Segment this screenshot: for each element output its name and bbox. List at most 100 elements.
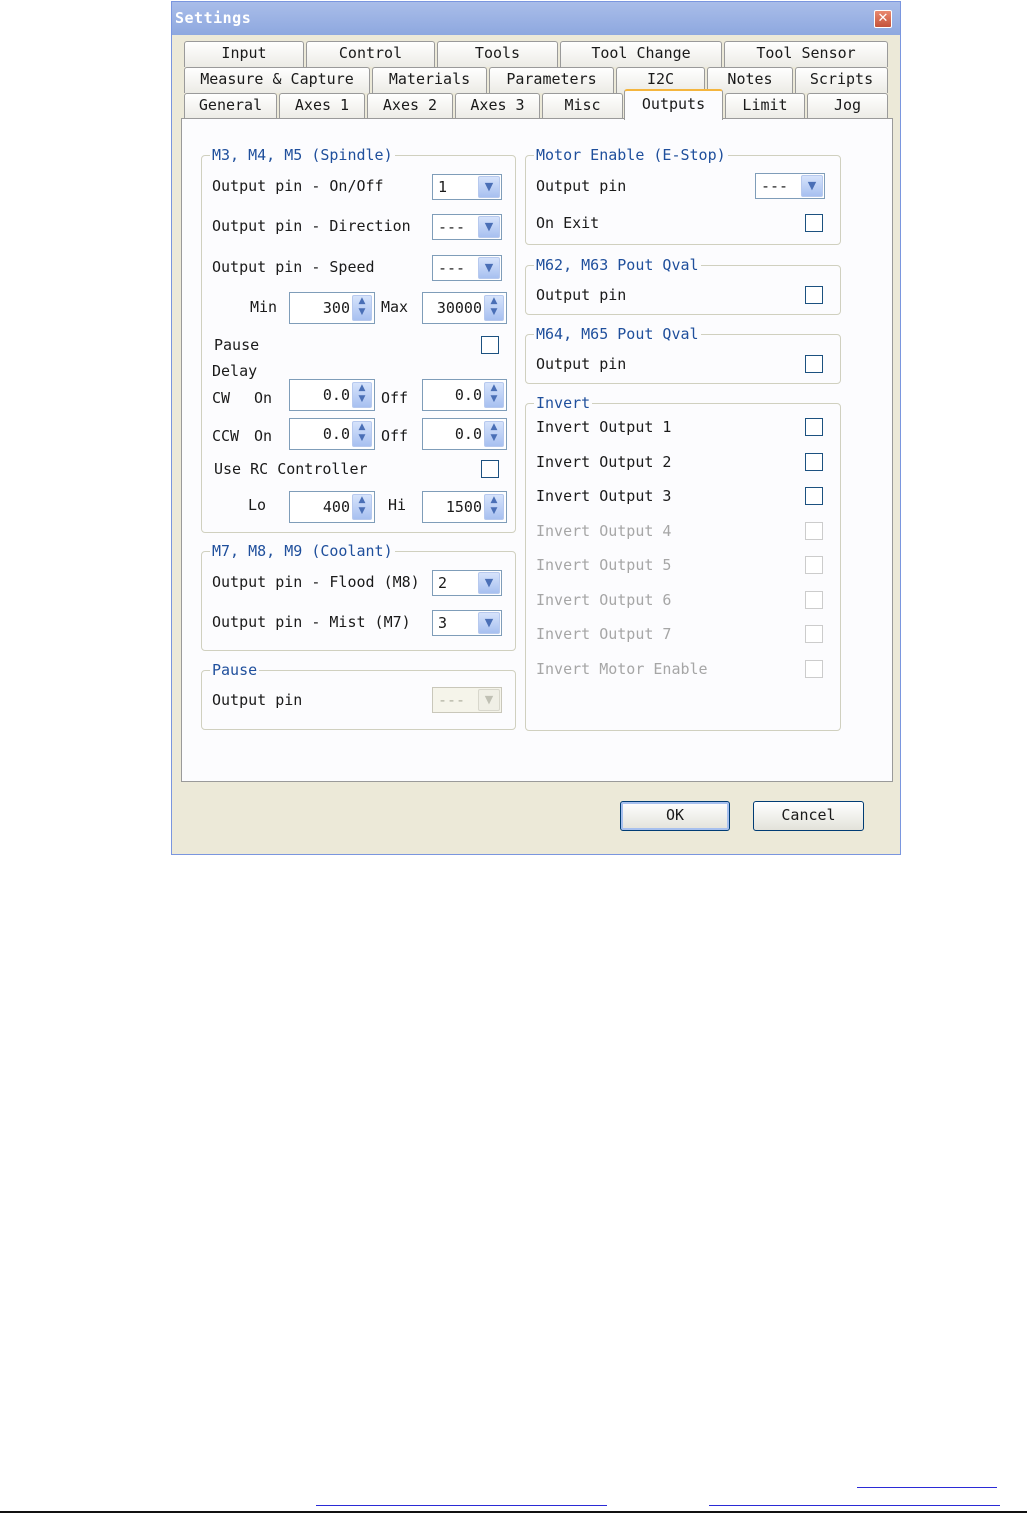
chevron-down-icon[interactable]: ▼ [478,176,500,198]
tab-axes-3[interactable]: Axes 3 [455,93,540,119]
invert-output-4-label: Invert Output 4 [536,522,672,540]
tab-axes-1[interactable]: Axes 1 [279,93,365,119]
cw-on-spinner[interactable]: 0.0 ▲ ▼ [289,379,375,411]
m64-group: M64, M65 Pout Qval Output pin [525,325,841,384]
tab-control[interactable]: Control [306,41,435,67]
settings-dialog: Settings ✕ Input Control Tools Tool Chan… [171,1,901,855]
link-underline [316,1505,607,1506]
speed-pin-select[interactable]: --- ▼ [432,255,502,281]
motor-enable-group: Motor Enable (E-Stop) Output pin --- ▼ O… [525,146,841,245]
chevron-down-icon[interactable]: ▼ [801,175,823,197]
m64-output-checkbox[interactable] [805,355,823,373]
tab-axes-2[interactable]: Axes 2 [367,93,453,119]
pause-group: Pause Output pin --- ▼ [201,661,516,730]
tab-tool-change[interactable]: Tool Change [560,41,722,67]
tab-parameters[interactable]: Parameters [489,67,614,93]
ccw-on-value: 0.0 [322,425,350,443]
lo-label: Lo [248,496,267,514]
spin-updown-icon[interactable]: ▲ ▼ [352,421,372,447]
invert-output-3-checkbox[interactable] [805,487,823,505]
chevron-down-icon[interactable]: ▼ [478,216,500,238]
ccw-off-spinner[interactable]: 0.0 ▲ ▼ [422,418,507,450]
hi-spinner[interactable]: 1500 ▲ ▼ [422,491,507,523]
spin-updown-icon[interactable]: ▲ ▼ [484,494,504,520]
tab-scripts[interactable]: Scripts [795,67,888,93]
flood-label: Output pin - Flood (M8) [212,573,420,591]
invert-motor-enable-label: Invert Motor Enable [536,660,708,678]
invert-output-4-checkbox [805,522,823,540]
min-label: Min [250,298,278,316]
pause-group-title: Pause [210,661,260,679]
spindle-group: M3, M4, M5 (Spindle) Output pin - On/Off… [201,146,516,533]
cw-off-value: 0.0 [454,386,482,404]
ccw-label: CCW [212,427,240,445]
invert-output-2-checkbox[interactable] [805,453,823,471]
cw-on-label: On [254,389,273,407]
spin-updown-icon[interactable]: ▲ ▼ [484,421,504,447]
chevron-down-icon[interactable]: ▼ [478,257,500,279]
motor-enable-group-title: Motor Enable (E-Stop) [534,146,728,164]
tab-tool-sensor[interactable]: Tool Sensor [724,41,888,67]
spin-updown-icon[interactable]: ▲ ▼ [352,494,372,520]
on-exit-checkbox[interactable] [805,214,823,232]
coolant-group: M7, M8, M9 (Coolant) Output pin - Flood … [201,542,516,651]
tab-input[interactable]: Input [184,41,304,67]
tab-materials[interactable]: Materials [372,67,487,93]
onoff-pin-select[interactable]: 1 ▼ [432,174,502,200]
pause-checkbox[interactable] [481,336,499,354]
ok-button[interactable]: OK [620,801,730,831]
pause-output-label: Output pin [212,691,303,709]
mist-pin-select[interactable]: 3 ▼ [432,610,502,636]
invert-output-6-checkbox [805,591,823,609]
tab-measure-capture[interactable]: Measure & Capture [184,67,370,93]
rc-controller-checkbox[interactable] [481,460,499,478]
min-spinner[interactable]: 300 ▲ ▼ [289,292,375,324]
title-bar[interactable]: Settings ✕ [172,2,900,35]
motor-pin-select[interactable]: --- ▼ [755,173,825,199]
hi-value: 1500 [445,498,482,516]
on-exit-label: On Exit [536,214,600,232]
invert-output-5-label: Invert Output 5 [536,556,672,574]
direction-pin-value: --- [438,218,466,236]
ccw-on-label: On [254,427,273,445]
m62-group-title: M62, M63 Pout Qval [534,256,701,274]
close-icon[interactable]: ✕ [874,10,892,28]
spin-updown-icon[interactable]: ▲ ▼ [352,295,372,321]
ccw-off-label: Off [381,427,409,445]
cw-on-value: 0.0 [322,386,350,404]
ccw-on-spinner[interactable]: 0.0 ▲ ▼ [289,418,375,450]
cancel-button[interactable]: Cancel [753,801,864,831]
cw-off-spinner[interactable]: 0.0 ▲ ▼ [422,379,507,411]
m64-group-title: M64, M65 Pout Qval [534,325,701,343]
spin-updown-icon[interactable]: ▲ ▼ [484,295,504,321]
invert-output-2-label: Invert Output 2 [536,453,672,471]
invert-output-1-checkbox[interactable] [805,418,823,436]
speed-label: Output pin - Speed [212,258,375,276]
tab-jog[interactable]: Jog [807,93,888,119]
hi-label: Hi [388,496,407,514]
pause-label: Pause [214,336,260,354]
spin-updown-icon[interactable]: ▲ ▼ [484,382,504,408]
tab-outputs[interactable]: Outputs [624,89,723,120]
max-spinner[interactable]: 30000 ▲ ▼ [422,292,507,324]
tab-general[interactable]: General [184,93,277,119]
tab-misc[interactable]: Misc [542,93,623,119]
spin-updown-icon[interactable]: ▲ ▼ [352,382,372,408]
tab-limit[interactable]: Limit [725,93,805,119]
mist-label: Output pin - Mist (M7) [212,613,411,631]
flood-pin-select[interactable]: 2 ▼ [432,570,502,596]
m64-output-label: Output pin [536,355,627,373]
lo-spinner[interactable]: 400 ▲ ▼ [289,491,375,523]
chevron-down-icon[interactable]: ▼ [478,612,500,634]
m62-output-checkbox[interactable] [805,286,823,304]
chevron-down-icon[interactable]: ▼ [478,572,500,594]
direction-pin-select[interactable]: --- ▼ [432,214,502,240]
delay-label: Delay [212,362,258,380]
invert-group-title: Invert [534,394,593,412]
motor-output-label: Output pin [536,177,627,195]
invert-output-1-label: Invert Output 1 [536,418,672,436]
speed-pin-value: --- [438,259,466,277]
cw-label: CW [212,389,231,407]
max-label: Max [381,298,409,316]
tab-tools[interactable]: Tools [437,41,558,67]
